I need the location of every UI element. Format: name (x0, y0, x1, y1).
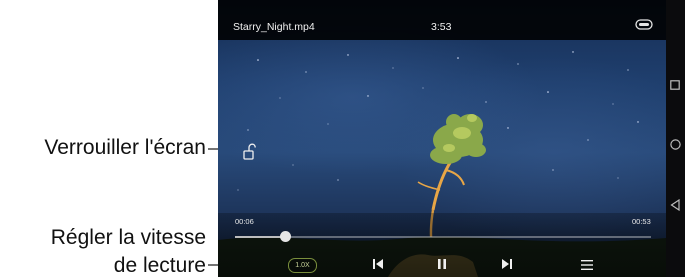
video-top-bar (218, 0, 666, 40)
time-total: 00:53 (632, 217, 651, 226)
triangle-back-icon[interactable] (670, 199, 680, 211)
playlist-icon[interactable] (580, 259, 594, 271)
video-file-name: Starry_Night.mp4 (233, 21, 315, 33)
lock-open-icon[interactable] (243, 143, 256, 161)
skip-previous-icon[interactable] (371, 257, 385, 271)
circle-icon[interactable] (670, 139, 681, 150)
playback-speed-button[interactable]: 1.0X (288, 258, 317, 273)
stars (237, 51, 639, 191)
tree-foliage (430, 114, 486, 164)
seek-bar[interactable] (235, 231, 651, 242)
time-elapsed: 00:06 (235, 217, 254, 226)
skip-next-icon[interactable] (500, 257, 514, 271)
pause-icon[interactable] (435, 257, 449, 271)
status-clock: 3:53 (431, 21, 452, 33)
menu-pill-icon[interactable] (635, 19, 653, 30)
seek-bar-fill (235, 236, 285, 238)
seek-bar-thumb[interactable] (279, 231, 291, 242)
square-icon[interactable] (670, 80, 680, 90)
phone-screen: Starry_Night.mp4 3:53 00:06 00:53 1.0X (218, 0, 685, 277)
system-nav-bar (666, 0, 685, 277)
